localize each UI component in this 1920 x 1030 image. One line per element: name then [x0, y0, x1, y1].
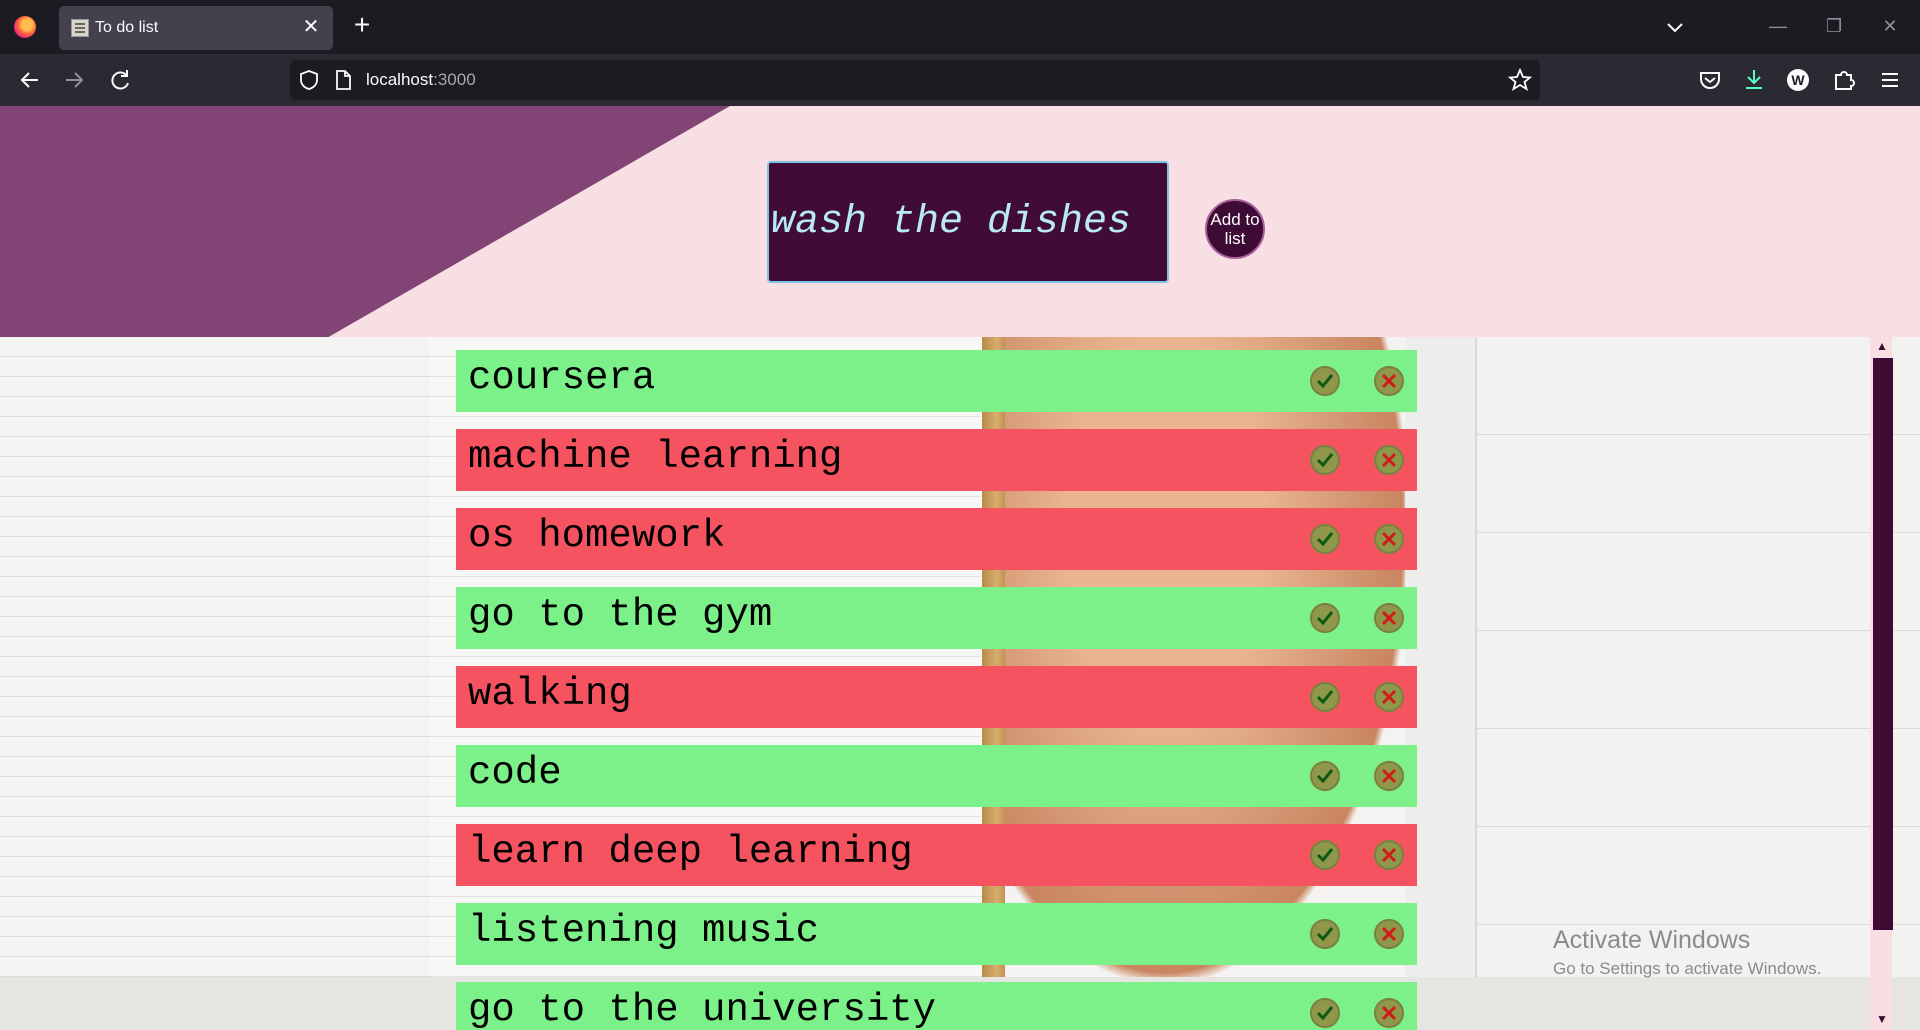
header-decoration-triangle	[0, 106, 730, 337]
todo-item-text: learn deep learning	[468, 830, 913, 874]
page-header: Add to list	[0, 106, 1920, 337]
scrollbar-thumb[interactable]	[1873, 358, 1893, 930]
delete-icon[interactable]	[1374, 445, 1404, 475]
tracking-protection-shield-icon[interactable]	[298, 69, 320, 91]
todo-item-text: coursera	[468, 356, 656, 400]
delete-icon[interactable]	[1374, 366, 1404, 396]
todo-item: machine learning	[456, 429, 1417, 491]
delete-icon[interactable]	[1374, 603, 1404, 633]
address-bar[interactable]: localhost:3000	[290, 60, 1540, 100]
delete-icon[interactable]	[1374, 840, 1404, 870]
scroll-down-arrow-icon[interactable]: ▼	[1874, 1012, 1890, 1026]
todo-list: coursera machine learning os homework go to…	[456, 350, 1417, 1030]
forward-arrow-icon[interactable]	[58, 64, 90, 96]
todo-input[interactable]	[767, 161, 1169, 283]
delete-icon[interactable]	[1374, 998, 1404, 1028]
close-window-icon[interactable]: ✕	[1872, 10, 1908, 42]
tab-close-icon[interactable]: ✕	[299, 15, 323, 39]
todo-item-text: os homework	[468, 514, 726, 558]
scroll-up-arrow-icon[interactable]: ▲	[1874, 339, 1890, 353]
check-icon[interactable]	[1310, 998, 1340, 1028]
watermark-subtitle: Go to Settings to activate Windows.	[1553, 959, 1822, 978]
check-icon[interactable]	[1310, 603, 1340, 633]
browser-navigation-bar: localhost:3000 W	[0, 54, 1920, 106]
check-icon[interactable]	[1310, 840, 1340, 870]
todo-item: walking	[456, 666, 1417, 728]
todo-item: go to the gym	[456, 587, 1417, 649]
downloads-icon[interactable]	[1740, 66, 1768, 94]
todo-item-text: listening music	[468, 909, 820, 953]
todo-item: code	[456, 745, 1417, 807]
todo-item-text: go to the gym	[468, 593, 773, 637]
todo-item-text: go to the university	[468, 988, 937, 1030]
minimize-window-icon[interactable]: —	[1760, 10, 1796, 42]
check-icon[interactable]	[1310, 445, 1340, 475]
check-icon[interactable]	[1310, 761, 1340, 791]
delete-icon[interactable]	[1374, 919, 1404, 949]
watermark-title: Activate Windows	[1553, 926, 1751, 954]
page-favicon-icon	[71, 19, 89, 37]
todo-item: go to the university	[456, 982, 1417, 1030]
check-icon[interactable]	[1310, 682, 1340, 712]
todo-item: listening music	[456, 903, 1417, 965]
back-arrow-icon[interactable]	[14, 64, 46, 96]
todo-item: os homework	[456, 508, 1417, 570]
check-icon[interactable]	[1310, 524, 1340, 554]
tab-title: To do list	[95, 19, 159, 36]
todo-item-text: code	[468, 751, 562, 795]
delete-icon[interactable]	[1374, 524, 1404, 554]
url-port: :3000	[433, 70, 476, 89]
page-viewport: Add to list coursera machine learning os h…	[0, 106, 1920, 1030]
bookmark-star-icon[interactable]	[1507, 67, 1533, 92]
extension-w-icon[interactable]: W	[1784, 66, 1812, 94]
app-menu-hamburger-icon[interactable]	[1876, 66, 1904, 94]
check-icon[interactable]	[1310, 366, 1340, 396]
todo-item: coursera	[456, 350, 1417, 412]
list-all-tabs-icon[interactable]	[1662, 14, 1688, 40]
todo-item-text: walking	[468, 672, 632, 716]
todo-item-text: machine learning	[468, 435, 843, 479]
reload-icon[interactable]	[104, 64, 136, 96]
restore-window-icon[interactable]: ❐	[1816, 10, 1852, 42]
firefox-logo-icon[interactable]	[14, 16, 36, 38]
delete-icon[interactable]	[1374, 682, 1404, 712]
windows-activation-watermark: Activate Windows Go to Settings to activ…	[1553, 926, 1821, 979]
pocket-icon[interactable]	[1696, 66, 1724, 94]
check-icon[interactable]	[1310, 919, 1340, 949]
svg-text:W: W	[1791, 72, 1805, 88]
new-tab-button[interactable]: +	[348, 11, 376, 40]
add-to-list-button[interactable]: Add to list	[1205, 199, 1265, 259]
url-text: localhost:3000	[366, 70, 476, 90]
extensions-puzzle-icon[interactable]	[1830, 66, 1858, 94]
page-info-icon[interactable]	[332, 69, 354, 91]
url-host: localhost	[366, 70, 434, 89]
delete-icon[interactable]	[1374, 761, 1404, 791]
todo-item: learn deep learning	[456, 824, 1417, 886]
tab-to-do-list[interactable]: To do list ✕	[59, 6, 333, 50]
browser-tab-bar: To do list ✕ + — ❐ ✕	[0, 0, 1920, 54]
